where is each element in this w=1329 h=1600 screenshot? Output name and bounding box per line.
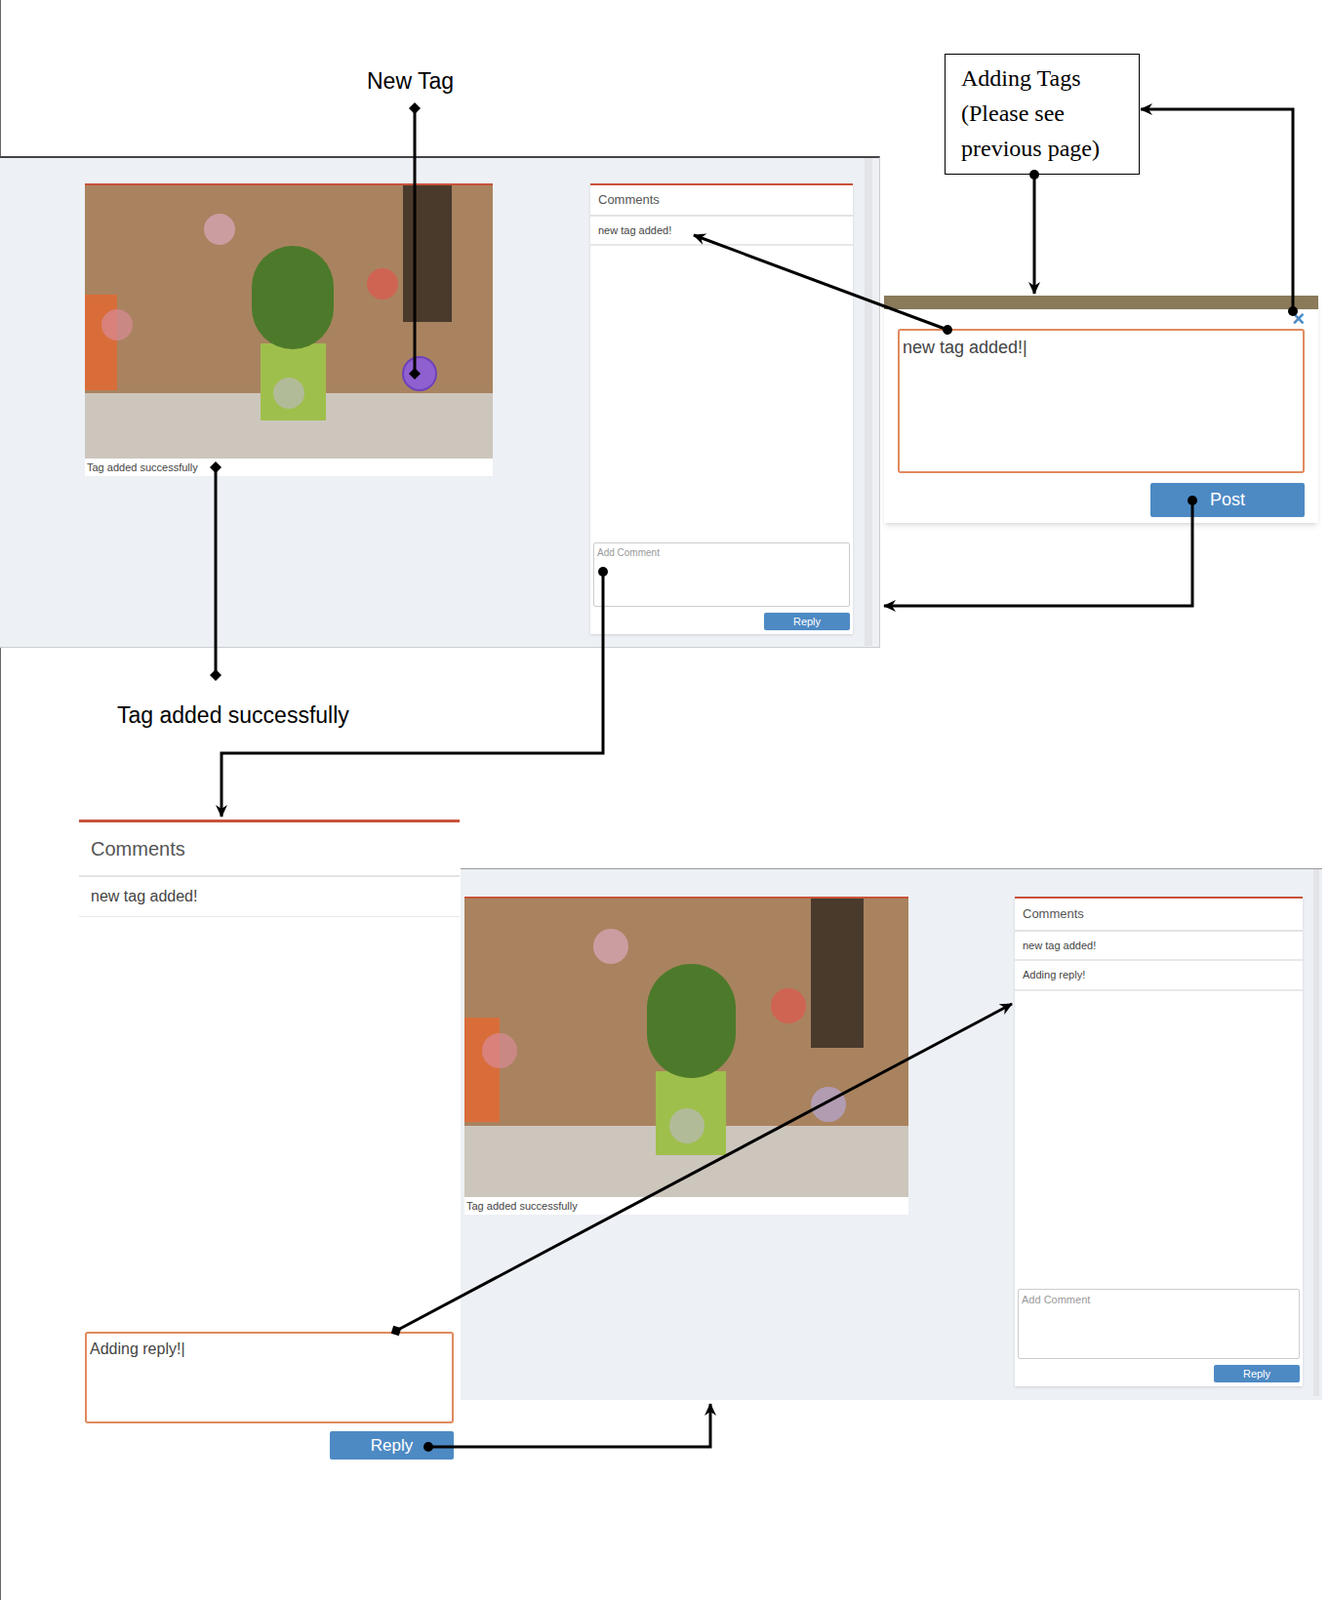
add-comment-input[interactable]: Add Comment bbox=[593, 542, 850, 607]
photo-tag[interactable] bbox=[203, 213, 236, 245]
comments-panel: Commentsnew tag added!Adding reply! Add C… bbox=[1014, 896, 1303, 1387]
photo-card: Tag added successfully bbox=[464, 896, 909, 1215]
bottom-screenshot: Tag added successfully Commentsnew tag ad… bbox=[460, 868, 1323, 1401]
add-comment-arrow bbox=[221, 571, 604, 817]
tag-added-label: Tag added successfully bbox=[117, 698, 350, 733]
new-tag-arrow bbox=[413, 108, 417, 374]
photo-tag[interactable] bbox=[810, 1087, 846, 1123]
note-line: Adding Tags bbox=[961, 60, 1124, 96]
photo-tag[interactable] bbox=[593, 928, 629, 965]
tag-comment-input[interactable]: new tag added!| bbox=[897, 328, 1305, 474]
photo[interactable] bbox=[84, 183, 493, 459]
comment-item: new tag added! bbox=[1014, 931, 1303, 963]
comment-item: new tag added! bbox=[79, 877, 460, 918]
close-to-note-arrow bbox=[1140, 109, 1293, 312]
reply-input[interactable]: Adding reply!| bbox=[84, 1331, 454, 1424]
photo-tag[interactable] bbox=[770, 988, 806, 1024]
photo-tag[interactable] bbox=[482, 1033, 518, 1069]
diagram-page: New Tag Adding Tags(Please seeprevious pa… bbox=[0, 0, 1329, 1600]
scrollbar[interactable] bbox=[1313, 869, 1320, 1397]
plant-leaves bbox=[646, 964, 736, 1078]
top-screenshot: Tag added successfully Commentsnew tag ad… bbox=[0, 156, 881, 648]
photo-card: Tag added successfully bbox=[84, 183, 493, 477]
comments-panel: Commentsnew tag added! Add Comment Reply bbox=[590, 183, 853, 635]
comment-item: Adding reply! bbox=[1014, 961, 1303, 992]
popup-to-comment-arrow bbox=[693, 235, 948, 330]
note-to-popup-arrow bbox=[1033, 174, 1037, 294]
photo-tag[interactable] bbox=[669, 1108, 705, 1144]
close-button[interactable]: × bbox=[1291, 309, 1305, 329]
reply-panel: Commentsnew tag added! Adding reply!| Repl… bbox=[79, 819, 460, 1460]
reply-button[interactable]: Reply bbox=[1213, 1365, 1300, 1384]
wall-frame bbox=[810, 898, 865, 1048]
photo-tag[interactable] bbox=[366, 268, 399, 300]
photo-caption: Tag added successfully bbox=[464, 1197, 909, 1215]
add-comment-input[interactable]: Add Comment bbox=[1017, 1288, 1300, 1360]
photo-tag[interactable] bbox=[273, 377, 305, 409]
photo[interactable] bbox=[464, 896, 909, 1198]
wall-frame bbox=[402, 185, 452, 323]
caption-arrow bbox=[214, 467, 218, 676]
photo-tag[interactable] bbox=[403, 358, 436, 390]
note-line: (Please see bbox=[961, 95, 1124, 131]
reply-to-comment-arrow bbox=[396, 1004, 1012, 1331]
comment-item: new tag added! bbox=[590, 216, 853, 247]
comments-title: Comments bbox=[1014, 898, 1303, 932]
photo-tag[interactable] bbox=[101, 309, 133, 341]
tag-popup: ×new tag added!| Post bbox=[884, 295, 1319, 524]
post-to-screen-arrow bbox=[884, 500, 1193, 606]
post-button[interactable]: Post bbox=[1150, 483, 1305, 518]
new-tag-label: New Tag bbox=[366, 64, 454, 99]
comments-title: Comments bbox=[79, 822, 460, 878]
reply-button[interactable]: Reply bbox=[764, 612, 850, 632]
plant-leaves bbox=[251, 245, 334, 350]
reply-button-arrow bbox=[428, 1404, 711, 1448]
reply-button[interactable]: Reply bbox=[329, 1431, 454, 1461]
note-line: previous page) bbox=[961, 130, 1124, 166]
connector-arrows bbox=[0, 0, 1329, 1600]
adding-tags-note: Adding Tags(Please seeprevious page) bbox=[944, 53, 1140, 175]
comments-title: Comments bbox=[590, 185, 853, 217]
photo-caption: Tag added successfully bbox=[84, 458, 493, 477]
scrollbar[interactable] bbox=[864, 158, 873, 646]
